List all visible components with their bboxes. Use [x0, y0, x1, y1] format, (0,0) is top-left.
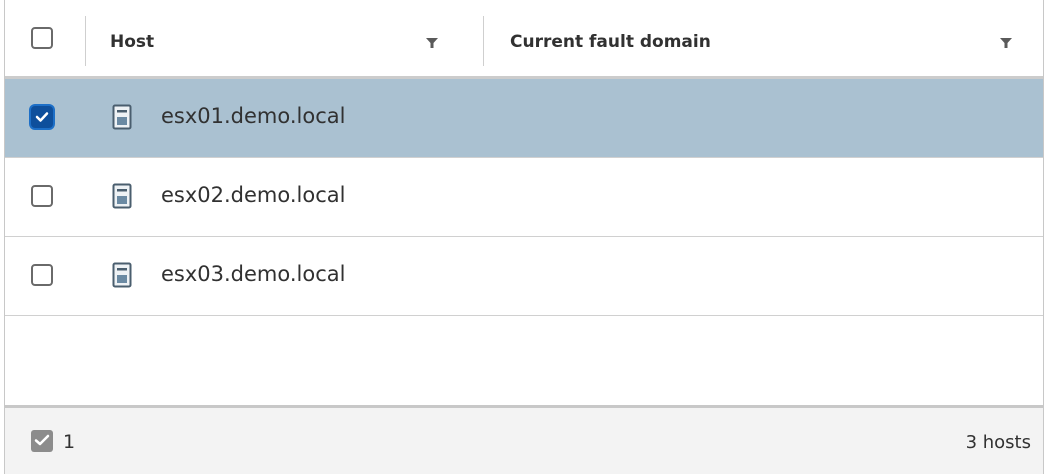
host-name-link[interactable]: esx03.demo.local [161, 262, 345, 286]
select-all-checkbox[interactable] [31, 27, 53, 49]
grid-header: Host Current fault domain [5, 0, 1043, 79]
row-checkbox[interactable] [31, 264, 53, 286]
total-hosts-count: 3 hosts [965, 432, 1031, 453]
host-name-link[interactable]: esx02.demo.local [161, 183, 345, 207]
grid-footer: 1 3 hosts [5, 405, 1043, 474]
column-separator[interactable] [483, 16, 484, 66]
table-row[interactable]: esx01.demo.local [5, 79, 1043, 158]
table-row[interactable]: esx02.demo.local [5, 158, 1043, 237]
column-header-host[interactable]: Host [110, 32, 154, 52]
server-host-icon [112, 183, 132, 209]
selected-count: 1 [63, 431, 76, 453]
row-checkbox[interactable] [31, 185, 53, 207]
column-header-fault-domain[interactable]: Current fault domain [510, 32, 711, 52]
row-checkbox[interactable] [31, 106, 53, 128]
checkmark-icon [34, 434, 50, 446]
host-name-link[interactable]: esx01.demo.local [161, 104, 345, 128]
selection-count-checkbox[interactable] [31, 430, 53, 452]
table-row[interactable]: esx03.demo.local [5, 237, 1043, 316]
filter-icon[interactable] [999, 36, 1013, 50]
checkmark-icon [35, 112, 49, 122]
host-datagrid: Host Current fault domain esx01.demo.loc… [4, 0, 1044, 474]
server-host-icon [112, 104, 132, 130]
filter-icon[interactable] [425, 36, 439, 50]
column-separator[interactable] [85, 16, 86, 66]
server-host-icon [112, 262, 132, 288]
